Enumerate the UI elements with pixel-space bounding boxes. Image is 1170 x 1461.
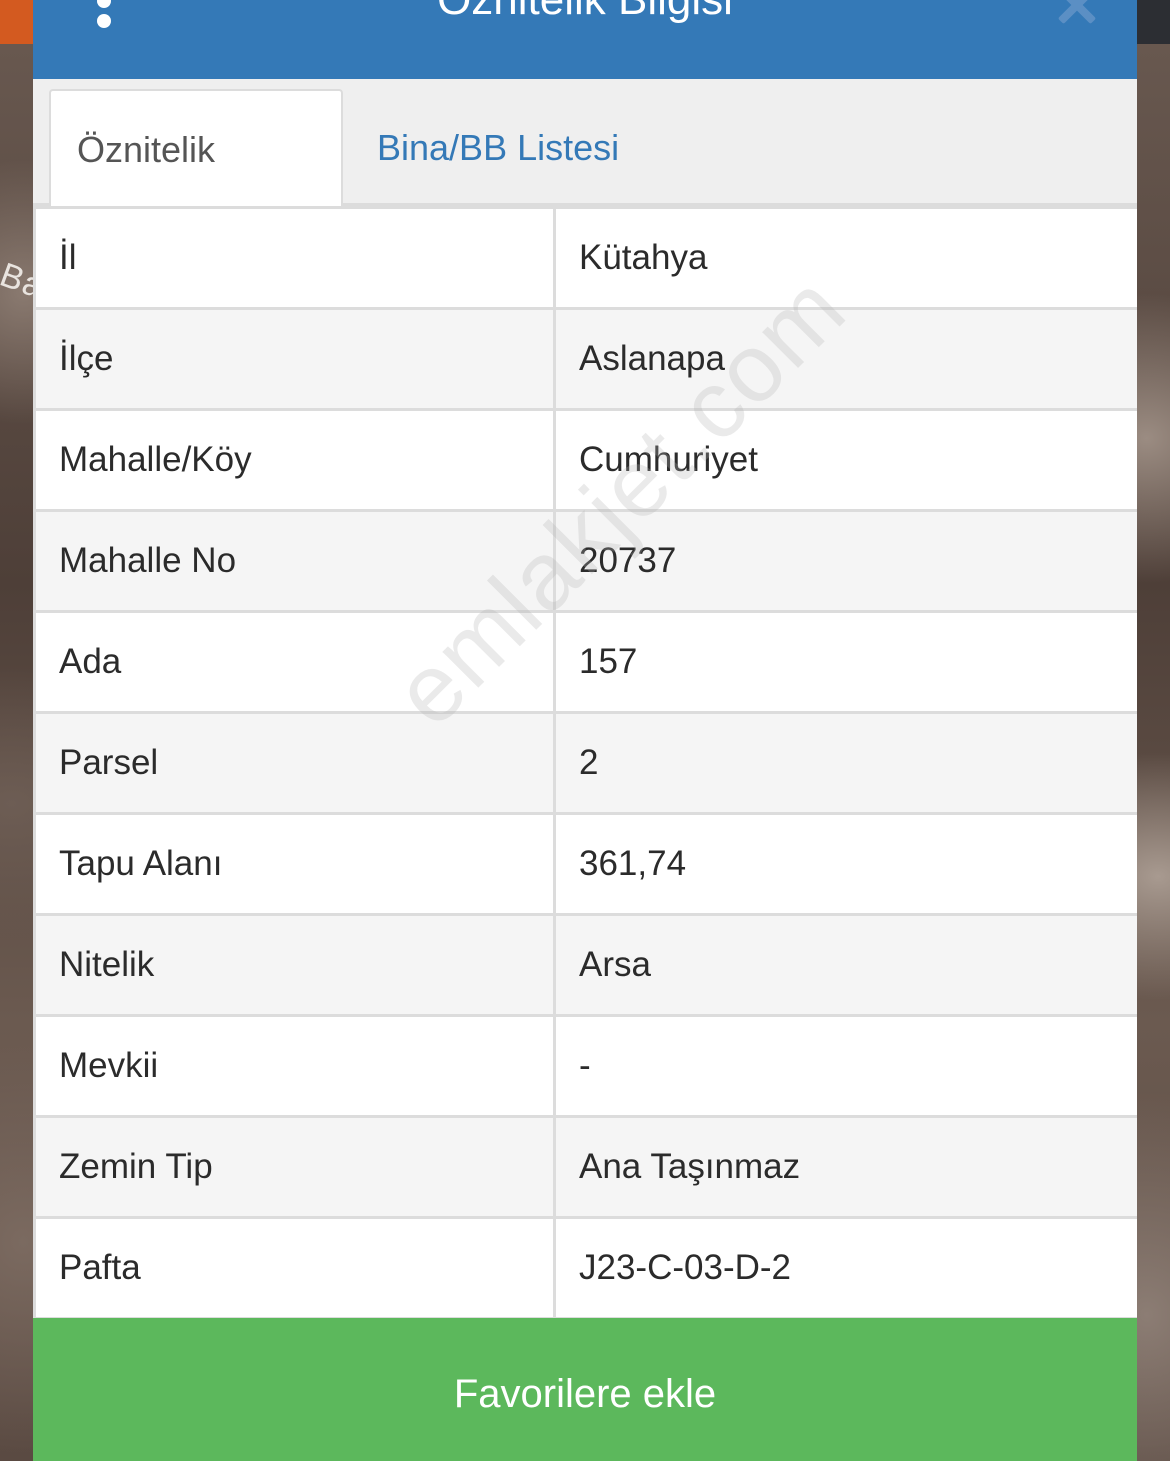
attribute-value: 157 (553, 610, 1137, 714)
close-icon[interactable] (1057, 0, 1097, 26)
attribute-key: Pafta (33, 1216, 556, 1320)
attribute-key: İlçe (33, 307, 556, 411)
attribute-key: Mahalle No (33, 509, 556, 613)
table-row: Mahalle No 20737 (33, 509, 1137, 613)
attribute-value: Cumhuriyet (553, 408, 1137, 512)
table-row: İl Kütahya (33, 206, 1137, 310)
table-row: Tapu Alanı 361,74 (33, 812, 1137, 916)
attribute-key: Mahalle/Köy (33, 408, 556, 512)
dialog-title: Öznitelik Bilgisi (33, 0, 1137, 28)
table-row: İlçe Aslanapa (33, 307, 1137, 411)
attribute-table: İl Kütahya İlçe Aslanapa Mahalle/Köy Cumhuriy… (33, 206, 1137, 1320)
attribute-key: Tapu Alanı (33, 812, 556, 916)
attribute-value: - (553, 1014, 1137, 1118)
table-row: Mevkii - (33, 1014, 1137, 1118)
attribute-value: Kütahya (553, 206, 1137, 310)
attribute-key: Ada (33, 610, 556, 714)
attribute-key: Parsel (33, 711, 556, 815)
attribute-key: Nitelik (33, 913, 556, 1017)
attribute-key: Mevkii (33, 1014, 556, 1118)
dialog-header: Öznitelik Bilgisi (33, 0, 1137, 79)
table-row: Zemin Tip Ana Taşınmaz (33, 1115, 1137, 1219)
attribute-value: 20737 (553, 509, 1137, 613)
tab-attribute-info[interactable]: Öznitelik Bilgisi (49, 89, 343, 288)
table-row: Nitelik Arsa (33, 913, 1137, 1017)
table-row: Mahalle/Köy Cumhuriyet (33, 408, 1137, 512)
map-toolbar-left (0, 0, 34, 44)
tab-bar: Öznitelik Bilgisi Bina/BB Listesi (33, 79, 1137, 288)
table-row: Parsel 2 (33, 711, 1137, 815)
attribute-value: J23-C-03-D-2 (553, 1216, 1137, 1320)
attribute-dialog: Öznitelik Bilgisi Öznitelik Bilgisi Bina… (33, 0, 1137, 1461)
attribute-value: Arsa (553, 913, 1137, 1017)
table-row: Ada 157 (33, 610, 1137, 714)
attribute-key: Zemin Tip (33, 1115, 556, 1219)
table-row: Pafta J23-C-03-D-2 (33, 1216, 1137, 1320)
tab-building-list[interactable]: Bina/BB Listesi (351, 89, 645, 207)
attribute-value: 361,74 (553, 812, 1137, 916)
attribute-key: İl (33, 206, 556, 310)
map-toolbar-right (1136, 0, 1170, 44)
attribute-value: 2 (553, 711, 1137, 815)
attribute-value: Aslanapa (553, 307, 1137, 411)
attribute-value: Ana Taşınmaz (553, 1115, 1137, 1219)
add-to-favorites-button[interactable]: Favorilere ekle (33, 1318, 1137, 1461)
